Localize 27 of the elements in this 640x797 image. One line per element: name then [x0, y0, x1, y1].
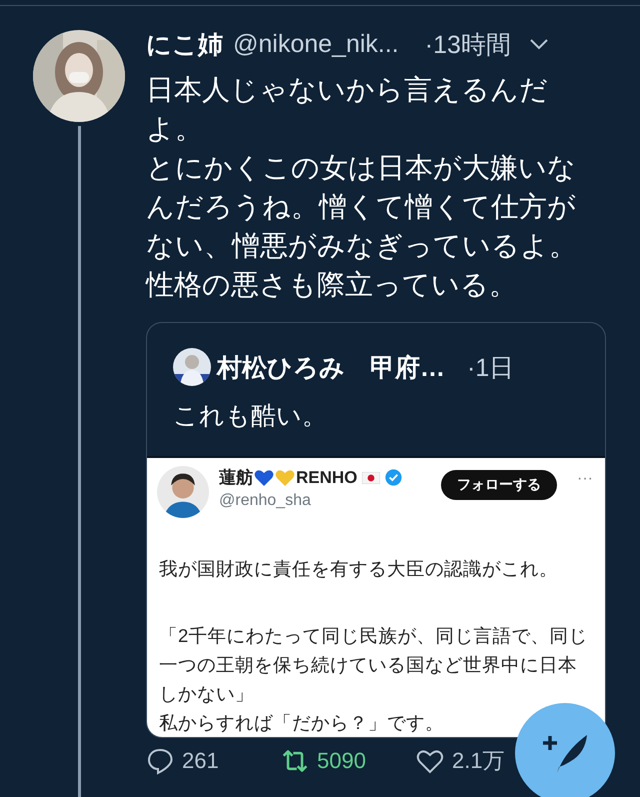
tweet-text: 日本人じゃないから言えるんだよ。 [146, 73, 549, 146]
user-handle[interactable]: @nikone_nik... [233, 30, 399, 58]
display-name: 蓮舫 [219, 467, 253, 489]
retweet-icon [281, 747, 309, 775]
display-name[interactable]: 村松ひろみ 甲府… [217, 350, 445, 384]
user-handle: @renho_sha [219, 492, 312, 510]
chevron-down-icon[interactable] [528, 38, 549, 50]
heart-icon [254, 468, 274, 486]
quote-text: これも酷い。 [173, 401, 328, 432]
post-text: 我が国財政に責任を有する大臣の認識がこれ。 [159, 557, 559, 581]
post-text: 「2千年にわたって同じ民族が、同じ言語で、同じ一つの王朝を保ち続けている国など世界中に日本しかない」 [159, 624, 588, 706]
heart-icon [275, 468, 295, 486]
tweet-text: 性格の悪さも際立っている。 [146, 268, 518, 302]
speech-bubble-icon [146, 747, 174, 775]
post-text: 私からすれば「だから？」です。 [159, 711, 445, 735]
flag-icon [362, 472, 380, 484]
reply-button[interactable]: 261 [146, 746, 219, 776]
like-button[interactable]: 2.1万 [416, 746, 505, 776]
more-menu: ··· [577, 470, 593, 488]
timestamp: ·13時間 [424, 30, 511, 60]
follow-button: フォローする [441, 470, 558, 500]
timestamp: ·1日 [467, 352, 514, 384]
display-name: RENHO [296, 468, 358, 488]
quoted-tweet[interactable]: 村松ひろみ 甲府… ·1日 これも酷い。 蓮舫 RENHO @renho_sha フォローする ··· 我が国財政に責任を有する大臣の認識がこれ。 「2千年にわたって同じ民族が、同じ言語で、同じ一つの王朝を保ち続けている国など世界中に日本しかない」 私からすれば「だから？」です。 [146, 322, 606, 738]
display-name[interactable]: にこ姉 [146, 28, 223, 60]
retweet-button[interactable]: 5090 [281, 746, 366, 776]
tweet-text: とにかくこの女は日本が大嫌いなんだろうね。憎くて憎くて仕方がない、憎悪がみなぎっているよ。 [146, 151, 578, 263]
